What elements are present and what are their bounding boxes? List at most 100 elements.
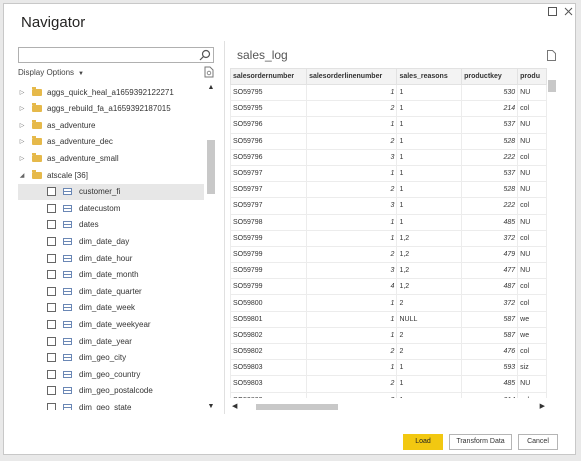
table-cell: 214 — [461, 100, 519, 118]
checkbox[interactable] — [47, 369, 56, 379]
scroll-right-icon[interactable]: ▶ — [540, 402, 545, 410]
table-vscroll-thumb[interactable] — [548, 80, 556, 92]
cancel-button[interactable]: Cancel — [518, 434, 558, 450]
checkbox[interactable] — [47, 336, 56, 346]
chevron-down-icon[interactable]: ◢ — [18, 172, 26, 179]
table-cell: SO59795 — [230, 83, 308, 102]
table-cell: SO59796 — [230, 116, 308, 134]
tree-item-label: dim_date_quarter — [79, 286, 142, 296]
checkbox[interactable] — [47, 286, 56, 296]
checkbox[interactable] — [47, 220, 56, 230]
column-header[interactable]: salesorderlinenumber — [306, 68, 398, 85]
tree-table-item[interactable]: customer_fi — [18, 183, 204, 200]
close-icon[interactable] — [560, 6, 576, 20]
scroll-up-icon[interactable]: ▲ — [206, 84, 216, 91]
tree-scroll-thumb[interactable] — [207, 140, 215, 194]
table-cell: NU — [517, 116, 547, 134]
refresh-icon[interactable] — [204, 66, 214, 78]
scroll-down-icon[interactable]: ▼ — [206, 403, 216, 410]
checkbox[interactable] — [47, 386, 56, 396]
tree-table-item[interactable]: dim_geo_state — [18, 399, 204, 410]
checkbox[interactable] — [47, 253, 56, 263]
checkbox[interactable] — [47, 236, 56, 246]
scroll-left-icon[interactable]: ◀ — [232, 402, 237, 410]
load-button[interactable]: Load — [403, 434, 443, 450]
table-cell: 2 — [306, 342, 398, 361]
table-cell: NULL — [396, 310, 463, 328]
table-hscroll-thumb[interactable] — [256, 404, 338, 410]
chevron-right-icon[interactable]: ▷ — [18, 138, 26, 145]
column-header[interactable]: productkey — [461, 68, 519, 85]
table-cell: 2 — [306, 132, 398, 150]
tree-folder-item[interactable]: ▷ as_adventure_small — [18, 150, 204, 166]
table-cell: 593 — [461, 359, 519, 377]
table-cell: 214 — [461, 391, 519, 398]
export-preview-icon[interactable] — [547, 50, 556, 61]
search-input[interactable] — [18, 47, 214, 63]
tree-table-item[interactable]: dim_geo_city — [18, 350, 204, 366]
checkbox[interactable] — [47, 203, 56, 213]
folder-icon — [32, 152, 42, 162]
column-header[interactable]: produ — [517, 68, 547, 85]
checkbox[interactable] — [47, 353, 56, 363]
table-cell: 2 — [306, 100, 398, 118]
tree-table-item[interactable]: datecustom — [18, 200, 204, 216]
checkbox[interactable] — [47, 270, 56, 280]
tree-folder-item[interactable]: ▷ aggs_rebuild_fa_a1659392187015 — [18, 101, 204, 117]
column-header[interactable]: salesordernumber — [230, 68, 308, 85]
tree-table-item[interactable]: dim_geo_country — [18, 366, 204, 382]
checkbox[interactable] — [47, 402, 56, 410]
tree-item-label: dim_geo_city — [79, 353, 127, 363]
table-cell: 479 — [461, 245, 519, 264]
tree-table-item[interactable]: dim_date_weekyear — [18, 316, 204, 332]
chevron-right-icon[interactable]: ▷ — [18, 155, 26, 162]
table-cell: 1 — [306, 310, 398, 328]
tree-item-label: dim_date_month — [79, 270, 139, 280]
checkbox[interactable] — [47, 319, 56, 329]
table-cell: 530 — [461, 83, 519, 102]
tree-folder-item[interactable]: ▷ as_adventure — [18, 117, 204, 133]
tree-folder-item[interactable]: ▷ as_adventure_dec — [18, 134, 204, 150]
tree-table-item[interactable]: dim_geo_postalcode — [18, 383, 204, 399]
table-cell: SO59803 — [230, 391, 308, 398]
table-cell: 487 — [461, 278, 519, 296]
table-cell: 485 — [461, 375, 519, 393]
table-row: SO59796 2 1 528 NU — [230, 132, 547, 150]
checkbox[interactable] — [47, 187, 56, 197]
tree-table-item[interactable]: dim_date_year — [18, 333, 204, 349]
column-header[interactable]: sales_reasons — [396, 68, 463, 85]
pane-divider[interactable] — [224, 41, 225, 414]
table-cell: 2 — [396, 294, 463, 312]
tree-scrollbar[interactable]: ▲ ▼ — [206, 84, 216, 410]
tree-table-item[interactable]: dim_date_month — [18, 267, 204, 283]
tree-table-item[interactable]: dim_date_week — [18, 300, 204, 316]
tree-table-item[interactable]: dim_date_day — [18, 233, 204, 249]
chevron-right-icon[interactable]: ▷ — [18, 89, 26, 96]
tree-folder-item[interactable]: ◢ atscale [36] — [18, 167, 204, 183]
tree-table-item[interactable]: dates — [18, 217, 204, 233]
chevron-right-icon[interactable]: ▷ — [18, 122, 26, 129]
tree-folder-item[interactable]: ▷ aggs_quick_heal_a1659392122271 — [18, 84, 204, 100]
tree-table-item[interactable]: dim_date_hour — [18, 250, 204, 266]
table-cell: SO59800 — [230, 294, 308, 312]
tree-table-item[interactable]: dim_date_quarter — [18, 283, 204, 299]
restore-icon[interactable] — [544, 6, 560, 20]
table-row: SO5980331214col — [230, 391, 547, 398]
table-row: SO59800 1 2 372 col — [230, 294, 547, 312]
table-vertical-scrollbar[interactable] — [547, 68, 557, 398]
table-cell: 1 — [306, 164, 398, 183]
table-cell: 1 — [306, 116, 398, 134]
search-icon[interactable] — [199, 49, 211, 61]
table-row: SO59799 2 1,2 479 NU — [230, 245, 547, 264]
folder-icon — [32, 119, 42, 129]
checkbox[interactable] — [47, 303, 56, 313]
table-cell: SO59799 — [230, 262, 308, 280]
display-options-dropdown[interactable]: Display Options ▼ — [18, 68, 84, 77]
chevron-right-icon[interactable]: ▷ — [18, 105, 26, 112]
table-cell: 1 — [306, 229, 398, 247]
transform-data-button[interactable]: Transform Data — [449, 434, 512, 450]
table-horizontal-scrollbar[interactable]: ◀ ▶ — [230, 402, 547, 412]
tree-item-label: dim_date_weekyear — [79, 319, 151, 329]
table-row: SO59803 1 1 593 siz — [230, 359, 547, 377]
folder-icon — [32, 169, 42, 179]
